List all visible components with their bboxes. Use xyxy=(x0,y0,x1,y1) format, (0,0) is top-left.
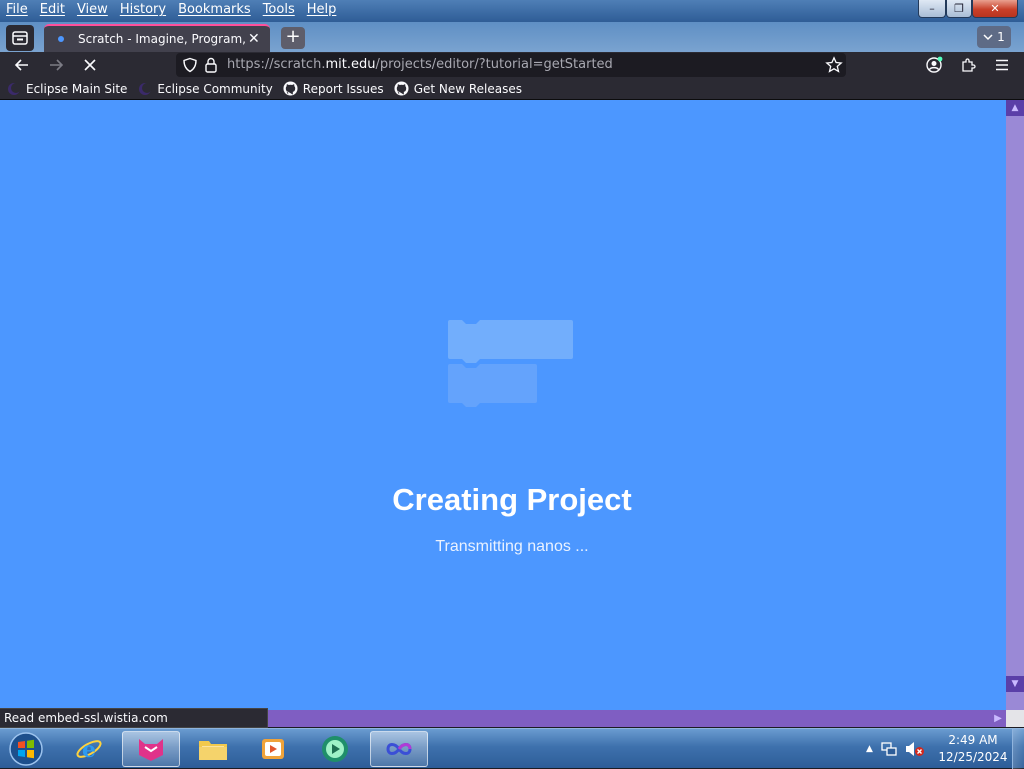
media-player-icon xyxy=(262,739,284,759)
infinity-browser-icon xyxy=(386,743,412,755)
windows-logo-icon xyxy=(9,732,43,766)
navigation-bar: https://scratch.mit.edu/projects/editor/… xyxy=(0,52,1024,78)
scrollbar-corner xyxy=(1006,710,1024,727)
address-bar[interactable]: https://scratch.mit.edu/projects/editor/… xyxy=(176,53,846,77)
start-button[interactable] xyxy=(6,731,46,767)
show-desktop-button[interactable] xyxy=(1012,729,1024,769)
internet-explorer-icon: e xyxy=(76,737,102,763)
green-app-icon xyxy=(322,736,348,762)
taskbar-app-pink[interactable] xyxy=(122,731,180,767)
page-content: Creating Project Transmitting nanos ... xyxy=(0,100,1006,710)
volume-muted-icon[interactable] xyxy=(905,741,925,757)
app-icon xyxy=(139,739,163,761)
svg-text:e: e xyxy=(82,737,96,763)
close-tab-icon[interactable]: ✕ xyxy=(248,31,260,47)
scroll-up-icon[interactable]: ▲ xyxy=(1006,100,1024,116)
stop-icon xyxy=(84,59,96,71)
taskbar-internet-explorer[interactable]: e xyxy=(60,731,118,767)
chevron-down-icon xyxy=(983,34,993,41)
lock-icon[interactable] xyxy=(204,57,218,73)
extensions-button[interactable] xyxy=(958,55,978,75)
scratch-blocks-loading-icon xyxy=(448,320,573,407)
clock-time: 2:49 AM xyxy=(948,733,998,747)
tab-bar: Scratch - Imagine, Program, Sha ✕ + 1 xyxy=(0,22,1024,52)
scroll-down-icon[interactable]: ▼ xyxy=(1006,676,1024,692)
list-all-tabs-button[interactable]: 1 xyxy=(977,26,1011,48)
menu-help[interactable]: Help xyxy=(301,0,343,22)
scratch-favicon-icon xyxy=(58,36,64,42)
taskbar-media-player[interactable] xyxy=(244,731,302,767)
system-tray: ▲ xyxy=(866,729,925,769)
eclipse-icon xyxy=(6,81,22,97)
folder-icon xyxy=(199,741,227,760)
bookmark-eclipse-community[interactable]: Eclipse Community xyxy=(137,81,273,97)
stop-loading-button[interactable] xyxy=(80,55,100,75)
taskbar-file-explorer[interactable] xyxy=(184,731,242,767)
firefox-view-button[interactable] xyxy=(6,25,34,51)
menu-bookmarks[interactable]: Bookmarks xyxy=(172,0,257,22)
puzzle-icon xyxy=(962,58,976,72)
menu-tools[interactable]: Tools xyxy=(257,0,301,22)
firefox-view-icon xyxy=(12,31,28,45)
minimize-button[interactable]: – xyxy=(918,0,946,18)
url-suffix: /projects/editor/?tutorial=getStarted xyxy=(375,57,613,72)
bookmark-label: Eclipse Community xyxy=(157,81,273,96)
new-tab-button[interactable]: + xyxy=(281,27,305,49)
clock-date: 12/25/2024 xyxy=(938,750,1008,764)
scroll-right-icon[interactable]: ▶ xyxy=(990,710,1006,727)
app-menu-button[interactable] xyxy=(992,55,1012,75)
menu-history[interactable]: History xyxy=(114,0,172,22)
bookmark-star-icon[interactable] xyxy=(825,56,843,74)
taskbar-app-green[interactable] xyxy=(306,731,364,767)
forward-arrow-icon xyxy=(50,59,64,71)
bookmark-label: Eclipse Main Site xyxy=(26,81,128,96)
tab-title: Scratch - Imagine, Program, Sha xyxy=(78,32,246,46)
loading-heading: Creating Project xyxy=(392,482,632,517)
maximize-button[interactable]: ❐ xyxy=(946,0,972,18)
url-text[interactable]: https://scratch.mit.edu/projects/editor/… xyxy=(227,53,613,77)
menu-bar: File Edit View History Bookmarks Tools H… xyxy=(0,0,1024,22)
account-icon xyxy=(926,56,943,73)
account-button[interactable] xyxy=(924,55,944,75)
show-hidden-icons-icon[interactable]: ▲ xyxy=(866,744,873,754)
eclipse-icon xyxy=(137,81,153,97)
url-prefix: https://scratch. xyxy=(227,57,326,72)
bookmark-eclipse-main-site[interactable]: Eclipse Main Site xyxy=(6,81,127,97)
back-button[interactable] xyxy=(12,55,32,75)
back-arrow-icon xyxy=(14,59,28,71)
bookmark-report-issues[interactable]: Report Issues xyxy=(283,81,384,97)
system-clock[interactable]: 2:49 AM 12/25/2024 xyxy=(936,732,1010,766)
bookmark-label: Get New Releases xyxy=(413,81,523,96)
menu-view[interactable]: View xyxy=(71,0,114,22)
tab-count: 1 xyxy=(997,30,1005,44)
menu-edit[interactable]: Edit xyxy=(34,0,71,22)
status-text: Read embed-ssl.wistia.com xyxy=(0,708,268,728)
taskbar: e ▲ 2:49 AM 12/25/2024 xyxy=(0,728,1024,769)
taskbar-eclipse-browser[interactable] xyxy=(370,731,428,767)
tab-scratch[interactable]: Scratch - Imagine, Program, Sha ✕ xyxy=(44,24,270,52)
tracking-protection-shield-icon[interactable] xyxy=(182,57,198,73)
forward-button[interactable] xyxy=(46,55,66,75)
loading-message: Transmitting nanos ... xyxy=(435,538,589,555)
github-icon xyxy=(283,81,299,97)
bookmarks-toolbar: Eclipse Main Site Eclipse Community Repo… xyxy=(0,78,1024,100)
menu-file[interactable]: File xyxy=(0,0,34,22)
hamburger-menu-icon xyxy=(996,59,1008,71)
network-icon[interactable] xyxy=(881,741,897,757)
menu-list: File Edit View History Bookmarks Tools H… xyxy=(0,0,342,22)
bookmark-get-new-releases[interactable]: Get New Releases xyxy=(394,81,522,97)
github-icon xyxy=(394,81,410,97)
close-window-button[interactable]: ✕ xyxy=(972,0,1018,18)
bookmark-label: Report Issues xyxy=(302,81,384,96)
url-domain: mit.edu xyxy=(325,57,376,72)
vertical-scrollbar[interactable]: ▲ ▼ xyxy=(1006,100,1024,710)
